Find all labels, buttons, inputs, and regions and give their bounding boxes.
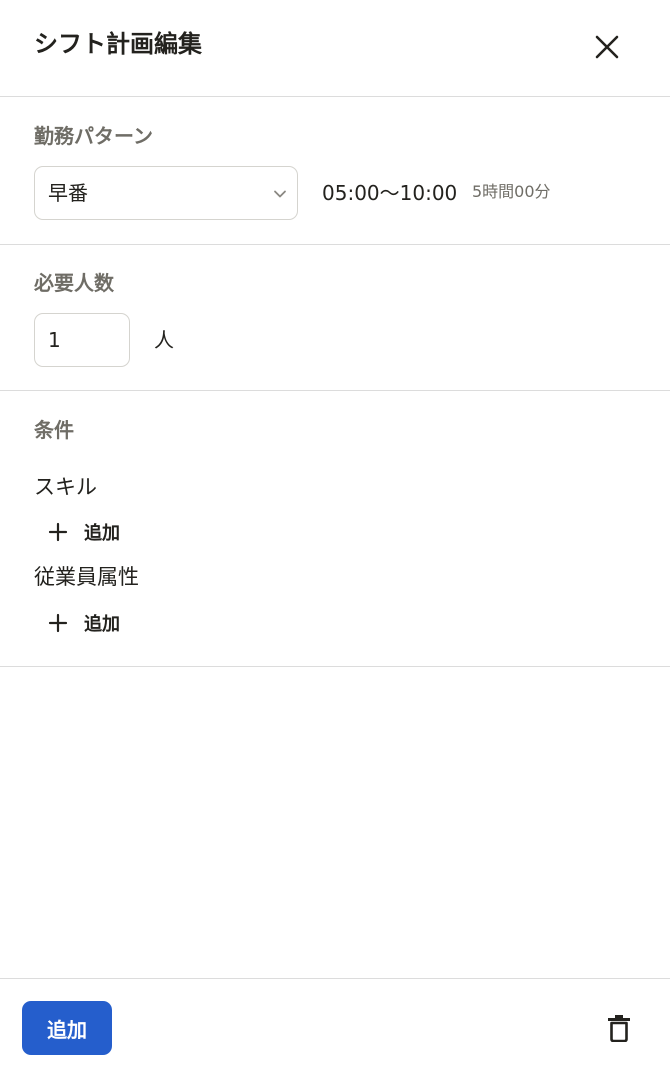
conditions-section: 条件 スキル 追加 従業員属性 追加 [0,391,670,667]
required-people-unit: 人 [154,328,174,352]
add-button[interactable]: 追加 [22,1001,112,1055]
dialog-title: シフト計画編集 [34,30,202,58]
dialog-footer: 追加 [0,978,670,1075]
add-attribute-button[interactable]: 追加 [48,608,120,638]
required-people-section: 必要人数 人 [0,245,670,391]
work-pattern-label: 勤務パターン [34,124,153,148]
required-people-input[interactable] [34,313,130,367]
add-skill-label: 追加 [84,523,120,544]
add-attribute-label: 追加 [84,614,120,635]
plus-icon [48,522,68,542]
close-icon [595,35,619,59]
work-pattern-duration: 5時間00分 [472,182,551,201]
add-skill-button[interactable]: 追加 [48,517,120,547]
conditions-label: 条件 [34,418,74,442]
close-button[interactable] [588,28,626,66]
trash-icon [608,1015,630,1042]
chevron-down-icon [274,190,286,198]
plus-icon [48,613,68,633]
delete-button[interactable] [600,1009,638,1047]
work-pattern-section: 勤務パターン 早番 05:00〜10:00 5時間00分 [0,97,670,245]
required-people-label: 必要人数 [34,271,114,295]
skill-label: スキル [34,475,97,499]
employee-attribute-label: 従業員属性 [34,565,139,589]
work-pattern-select[interactable]: 早番 [34,166,298,220]
work-pattern-time-range: 05:00〜10:00 [322,181,458,205]
work-pattern-selected-value: 早番 [48,181,88,205]
dialog-header: シフト計画編集 [0,0,670,97]
